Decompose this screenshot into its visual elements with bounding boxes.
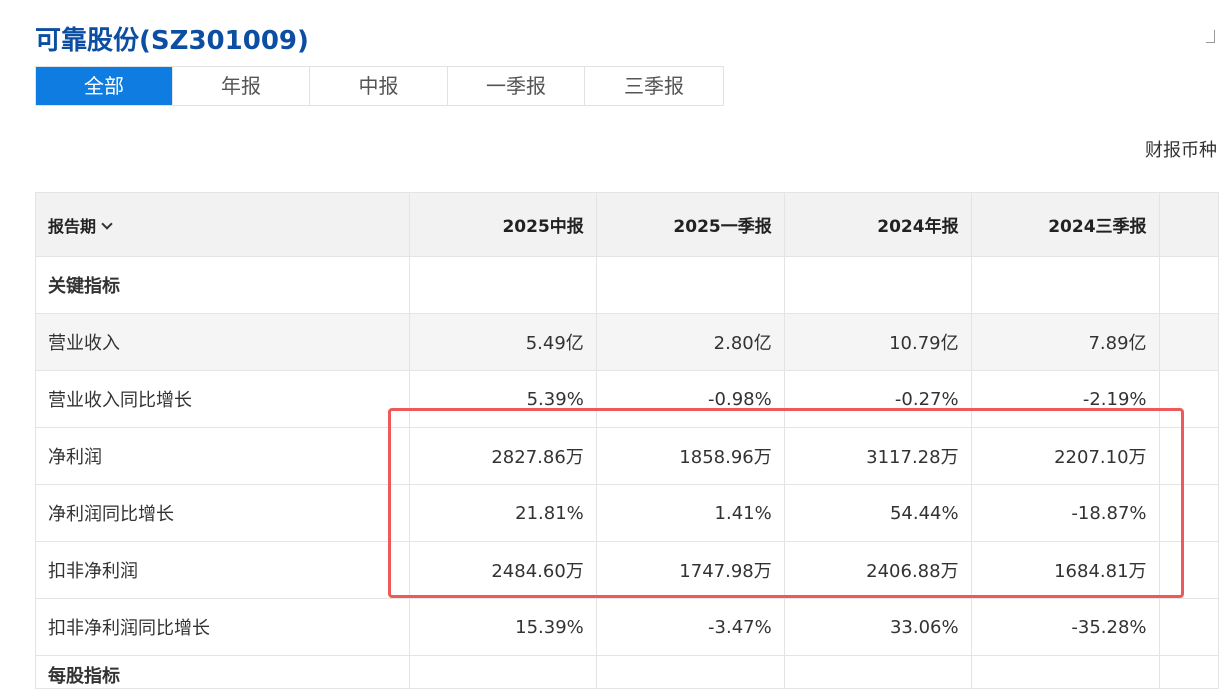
- table-cell: [1158, 484, 1219, 542]
- table-row: 净利润同比增长 21.81% 1.41% 54.44% -18.87%: [35, 484, 1219, 542]
- table-cell: 2484.60万: [408, 541, 597, 599]
- table-cell: [1158, 256, 1219, 314]
- table-cell: 2207.10万: [970, 427, 1160, 485]
- table-cell: [1158, 598, 1219, 656]
- report-period-header[interactable]: 报告期: [35, 192, 410, 257]
- report-type-tabs: 全部 年报 中报 一季报 三季报: [35, 66, 724, 106]
- row-label: 净利润同比增长: [35, 484, 410, 542]
- table-cell: -35.28%: [970, 598, 1160, 656]
- page-title: 可靠股份(SZ301009): [35, 26, 309, 56]
- table-row: 营业收入 5.49亿 2.80亿 10.79亿 7.89亿: [35, 313, 1219, 371]
- row-label: 扣非净利润: [35, 541, 410, 599]
- table-cell: 2406.88万: [783, 541, 972, 599]
- chevron-down-icon: [101, 217, 113, 230]
- tab-annual[interactable]: 年报: [173, 67, 310, 105]
- table-row: 净利润 2827.86万 1858.96万 3117.28万 2207.10万: [35, 427, 1219, 485]
- table-cell: [970, 256, 1160, 314]
- table-cell: 2.80亿: [595, 313, 785, 371]
- row-label: 营业收入同比增长: [35, 370, 410, 428]
- table-cell: [595, 256, 785, 314]
- table-cell: [408, 256, 597, 314]
- table-cell: [1158, 655, 1219, 689]
- table-cell: -18.87%: [970, 484, 1160, 542]
- table-cell: 10.79亿: [783, 313, 972, 371]
- table-cell: -0.98%: [595, 370, 785, 428]
- period-header: 2024年报: [783, 192, 972, 257]
- table-cell: [970, 655, 1160, 689]
- section-label: 关键指标: [35, 256, 410, 314]
- financial-indicators-table: 报告期 2025中报 2025一季报 2024年报 2024三季报 关键指标 营…: [35, 192, 1219, 689]
- table-row: 每股指标: [35, 655, 1219, 689]
- table-cell: 1747.98万: [595, 541, 785, 599]
- table-cell: 1684.81万: [970, 541, 1160, 599]
- period-header: 2025中报: [408, 192, 597, 257]
- table-cell: 33.06%: [783, 598, 972, 656]
- table-row: 扣非净利润同比增长 15.39% -3.47% 33.06% -35.28%: [35, 598, 1219, 656]
- table-cell: 5.39%: [408, 370, 597, 428]
- table-cell: [1158, 313, 1219, 371]
- table-cell: [595, 655, 785, 689]
- table-cell: 7.89亿: [970, 313, 1160, 371]
- currency-selector-label[interactable]: 财报币种: [1145, 136, 1217, 162]
- table-cell: 54.44%: [783, 484, 972, 542]
- tab-interim[interactable]: 中报: [310, 67, 448, 105]
- table-cell: [783, 256, 972, 314]
- period-header: 2025一季报: [595, 192, 785, 257]
- table-cell: 3117.28万: [783, 427, 972, 485]
- period-header-overflow: [1158, 192, 1219, 257]
- table-cell: 21.81%: [408, 484, 597, 542]
- row-label: 营业收入: [35, 313, 410, 371]
- table-row: 关键指标: [35, 256, 1219, 314]
- table-cell: 5.49亿: [408, 313, 597, 371]
- table-row: 扣非净利润 2484.60万 1747.98万 2406.88万 1684.81…: [35, 541, 1219, 599]
- table-cell: [1158, 541, 1219, 599]
- table-cell: -3.47%: [595, 598, 785, 656]
- table-cell: [783, 655, 972, 689]
- table-cell: 15.39%: [408, 598, 597, 656]
- report-period-label: 报告期: [48, 216, 97, 236]
- table-row: 营业收入同比增长 5.39% -0.98% -0.27% -2.19%: [35, 370, 1219, 428]
- row-label: 扣非净利润同比增长: [35, 598, 410, 656]
- corner-icon: [1206, 30, 1215, 43]
- table-cell: 1.41%: [595, 484, 785, 542]
- table-header-row: 报告期 2025中报 2025一季报 2024年报 2024三季报: [35, 192, 1219, 257]
- section-label: 每股指标: [35, 655, 410, 689]
- table-cell: [1158, 427, 1219, 485]
- table-cell: 1858.96万: [595, 427, 785, 485]
- tab-q1[interactable]: 一季报: [448, 67, 585, 105]
- tab-q3[interactable]: 三季报: [585, 67, 724, 105]
- table-cell: -2.19%: [970, 370, 1160, 428]
- tab-all[interactable]: 全部: [36, 67, 173, 105]
- table-cell: -0.27%: [783, 370, 972, 428]
- row-label: 净利润: [35, 427, 410, 485]
- table-cell: 2827.86万: [408, 427, 597, 485]
- period-header: 2024三季报: [970, 192, 1160, 257]
- table-cell: [1158, 370, 1219, 428]
- table-cell: [408, 655, 597, 689]
